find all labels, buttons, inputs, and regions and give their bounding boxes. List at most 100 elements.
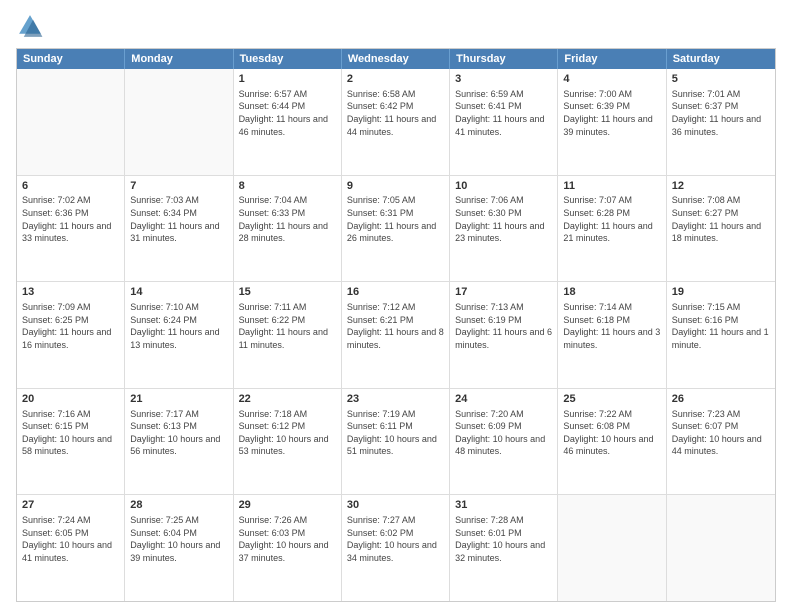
logo: [16, 12, 48, 40]
day-info: Sunrise: 7:18 AMSunset: 6:12 PMDaylight:…: [239, 408, 336, 458]
day-number: 7: [130, 179, 227, 194]
cal-cell-8: 8Sunrise: 7:04 AMSunset: 6:33 PMDaylight…: [234, 176, 342, 282]
day-number: 20: [22, 392, 119, 407]
weekday-header-tuesday: Tuesday: [234, 49, 342, 69]
day-info: Sunrise: 7:22 AMSunset: 6:08 PMDaylight:…: [563, 408, 660, 458]
day-number: 25: [563, 392, 660, 407]
day-info: Sunrise: 6:57 AMSunset: 6:44 PMDaylight:…: [239, 88, 336, 138]
calendar-body: 1Sunrise: 6:57 AMSunset: 6:44 PMDaylight…: [17, 69, 775, 601]
cal-cell-17: 17Sunrise: 7:13 AMSunset: 6:19 PMDayligh…: [450, 282, 558, 388]
day-info: Sunrise: 7:17 AMSunset: 6:13 PMDaylight:…: [130, 408, 227, 458]
day-number: 9: [347, 179, 444, 194]
cal-cell-22: 22Sunrise: 7:18 AMSunset: 6:12 PMDayligh…: [234, 389, 342, 495]
day-number: 28: [130, 498, 227, 513]
day-info: Sunrise: 7:08 AMSunset: 6:27 PMDaylight:…: [672, 194, 770, 244]
day-number: 4: [563, 72, 660, 87]
weekday-header-monday: Monday: [125, 49, 233, 69]
cal-cell-empty-0-0: [17, 69, 125, 175]
day-info: Sunrise: 7:25 AMSunset: 6:04 PMDaylight:…: [130, 514, 227, 564]
day-number: 13: [22, 285, 119, 300]
day-info: Sunrise: 7:13 AMSunset: 6:19 PMDaylight:…: [455, 301, 552, 351]
calendar-row-4: 27Sunrise: 7:24 AMSunset: 6:05 PMDayligh…: [17, 494, 775, 601]
cal-cell-25: 25Sunrise: 7:22 AMSunset: 6:08 PMDayligh…: [558, 389, 666, 495]
day-number: 29: [239, 498, 336, 513]
cal-cell-9: 9Sunrise: 7:05 AMSunset: 6:31 PMDaylight…: [342, 176, 450, 282]
day-info: Sunrise: 7:03 AMSunset: 6:34 PMDaylight:…: [130, 194, 227, 244]
cal-cell-4: 4Sunrise: 7:00 AMSunset: 6:39 PMDaylight…: [558, 69, 666, 175]
cal-cell-24: 24Sunrise: 7:20 AMSunset: 6:09 PMDayligh…: [450, 389, 558, 495]
day-number: 15: [239, 285, 336, 300]
day-info: Sunrise: 7:10 AMSunset: 6:24 PMDaylight:…: [130, 301, 227, 351]
day-number: 3: [455, 72, 552, 87]
day-info: Sunrise: 7:16 AMSunset: 6:15 PMDaylight:…: [22, 408, 119, 458]
cal-cell-3: 3Sunrise: 6:59 AMSunset: 6:41 PMDaylight…: [450, 69, 558, 175]
day-info: Sunrise: 7:26 AMSunset: 6:03 PMDaylight:…: [239, 514, 336, 564]
day-number: 12: [672, 179, 770, 194]
day-info: Sunrise: 7:04 AMSunset: 6:33 PMDaylight:…: [239, 194, 336, 244]
calendar-header: SundayMondayTuesdayWednesdayThursdayFrid…: [17, 49, 775, 69]
header: [16, 12, 776, 40]
calendar-row-2: 13Sunrise: 7:09 AMSunset: 6:25 PMDayligh…: [17, 281, 775, 388]
day-info: Sunrise: 7:12 AMSunset: 6:21 PMDaylight:…: [347, 301, 444, 351]
cal-cell-16: 16Sunrise: 7:12 AMSunset: 6:21 PMDayligh…: [342, 282, 450, 388]
day-info: Sunrise: 7:06 AMSunset: 6:30 PMDaylight:…: [455, 194, 552, 244]
day-info: Sunrise: 6:58 AMSunset: 6:42 PMDaylight:…: [347, 88, 444, 138]
cal-cell-28: 28Sunrise: 7:25 AMSunset: 6:04 PMDayligh…: [125, 495, 233, 601]
weekday-header-saturday: Saturday: [667, 49, 775, 69]
day-info: Sunrise: 7:09 AMSunset: 6:25 PMDaylight:…: [22, 301, 119, 351]
cal-cell-12: 12Sunrise: 7:08 AMSunset: 6:27 PMDayligh…: [667, 176, 775, 282]
day-info: Sunrise: 7:00 AMSunset: 6:39 PMDaylight:…: [563, 88, 660, 138]
day-number: 27: [22, 498, 119, 513]
cal-cell-7: 7Sunrise: 7:03 AMSunset: 6:34 PMDaylight…: [125, 176, 233, 282]
day-number: 17: [455, 285, 552, 300]
calendar-row-0: 1Sunrise: 6:57 AMSunset: 6:44 PMDaylight…: [17, 69, 775, 175]
day-number: 21: [130, 392, 227, 407]
cal-cell-18: 18Sunrise: 7:14 AMSunset: 6:18 PMDayligh…: [558, 282, 666, 388]
day-number: 14: [130, 285, 227, 300]
day-number: 22: [239, 392, 336, 407]
cal-cell-20: 20Sunrise: 7:16 AMSunset: 6:15 PMDayligh…: [17, 389, 125, 495]
cal-cell-2: 2Sunrise: 6:58 AMSunset: 6:42 PMDaylight…: [342, 69, 450, 175]
day-info: Sunrise: 7:24 AMSunset: 6:05 PMDaylight:…: [22, 514, 119, 564]
day-info: Sunrise: 7:14 AMSunset: 6:18 PMDaylight:…: [563, 301, 660, 351]
weekday-header-friday: Friday: [558, 49, 666, 69]
day-number: 23: [347, 392, 444, 407]
day-number: 2: [347, 72, 444, 87]
day-info: Sunrise: 6:59 AMSunset: 6:41 PMDaylight:…: [455, 88, 552, 138]
cal-cell-27: 27Sunrise: 7:24 AMSunset: 6:05 PMDayligh…: [17, 495, 125, 601]
cal-cell-6: 6Sunrise: 7:02 AMSunset: 6:36 PMDaylight…: [17, 176, 125, 282]
day-number: 8: [239, 179, 336, 194]
cal-cell-19: 19Sunrise: 7:15 AMSunset: 6:16 PMDayligh…: [667, 282, 775, 388]
cal-cell-10: 10Sunrise: 7:06 AMSunset: 6:30 PMDayligh…: [450, 176, 558, 282]
page: SundayMondayTuesdayWednesdayThursdayFrid…: [0, 0, 792, 612]
day-info: Sunrise: 7:01 AMSunset: 6:37 PMDaylight:…: [672, 88, 770, 138]
day-info: Sunrise: 7:15 AMSunset: 6:16 PMDaylight:…: [672, 301, 770, 351]
day-number: 1: [239, 72, 336, 87]
cal-cell-29: 29Sunrise: 7:26 AMSunset: 6:03 PMDayligh…: [234, 495, 342, 601]
day-number: 11: [563, 179, 660, 194]
cal-cell-15: 15Sunrise: 7:11 AMSunset: 6:22 PMDayligh…: [234, 282, 342, 388]
weekday-header-wednesday: Wednesday: [342, 49, 450, 69]
day-number: 31: [455, 498, 552, 513]
day-number: 10: [455, 179, 552, 194]
cal-cell-14: 14Sunrise: 7:10 AMSunset: 6:24 PMDayligh…: [125, 282, 233, 388]
day-number: 18: [563, 285, 660, 300]
calendar-row-1: 6Sunrise: 7:02 AMSunset: 6:36 PMDaylight…: [17, 175, 775, 282]
day-number: 5: [672, 72, 770, 87]
cal-cell-31: 31Sunrise: 7:28 AMSunset: 6:01 PMDayligh…: [450, 495, 558, 601]
cal-cell-26: 26Sunrise: 7:23 AMSunset: 6:07 PMDayligh…: [667, 389, 775, 495]
day-number: 16: [347, 285, 444, 300]
cal-cell-13: 13Sunrise: 7:09 AMSunset: 6:25 PMDayligh…: [17, 282, 125, 388]
weekday-header-thursday: Thursday: [450, 49, 558, 69]
day-info: Sunrise: 7:19 AMSunset: 6:11 PMDaylight:…: [347, 408, 444, 458]
logo-icon: [16, 12, 44, 40]
day-number: 19: [672, 285, 770, 300]
cal-cell-23: 23Sunrise: 7:19 AMSunset: 6:11 PMDayligh…: [342, 389, 450, 495]
cal-cell-11: 11Sunrise: 7:07 AMSunset: 6:28 PMDayligh…: [558, 176, 666, 282]
cal-cell-empty-4-6: [667, 495, 775, 601]
day-info: Sunrise: 7:11 AMSunset: 6:22 PMDaylight:…: [239, 301, 336, 351]
cal-cell-30: 30Sunrise: 7:27 AMSunset: 6:02 PMDayligh…: [342, 495, 450, 601]
day-info: Sunrise: 7:20 AMSunset: 6:09 PMDaylight:…: [455, 408, 552, 458]
weekday-header-sunday: Sunday: [17, 49, 125, 69]
day-number: 30: [347, 498, 444, 513]
